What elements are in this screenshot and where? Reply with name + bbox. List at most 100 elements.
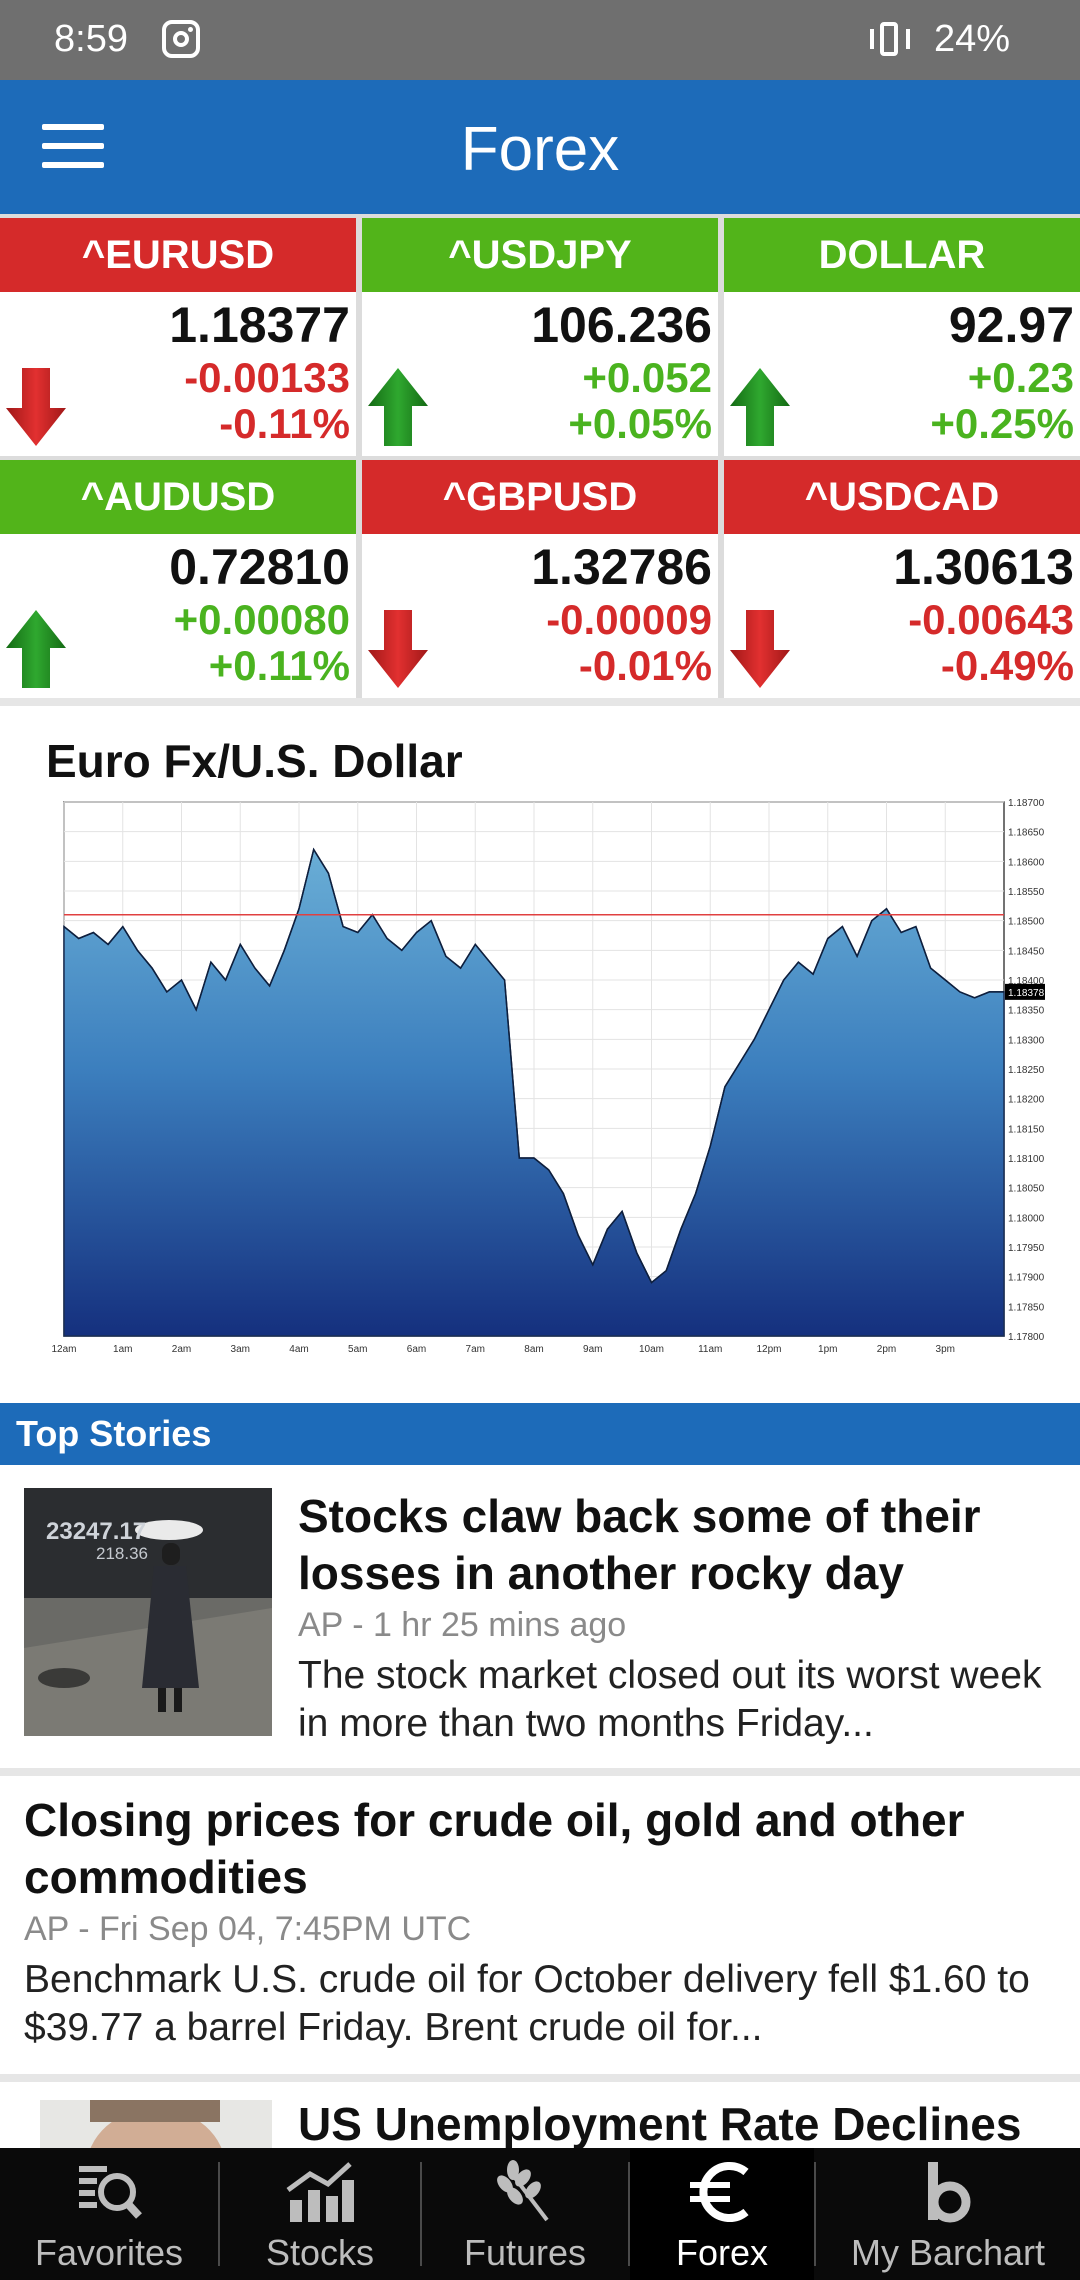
quote-symbol: ^USDCAD bbox=[724, 460, 1080, 534]
story-thumbnail bbox=[40, 2100, 272, 2148]
quote-tile-eurusd[interactable]: ^EURUSD 1.18377 -0.00133 -0.11% bbox=[0, 218, 356, 456]
chart-x-tick-label: 6am bbox=[407, 1344, 426, 1354]
battery-percent: 24% bbox=[934, 18, 1011, 60]
chart-y-tick-label: 1.18350 bbox=[1008, 1006, 1045, 1017]
down-arrow-icon bbox=[368, 610, 428, 688]
story-thumbnail: 23247.17 218.36 bbox=[24, 1488, 272, 1736]
quote-tile-gbpusd[interactable]: ^GBPUSD 1.32786 -0.00009 -0.01% bbox=[362, 460, 718, 698]
chart-x-tick-label: 7am bbox=[466, 1344, 485, 1354]
chart-y-tick-label: 1.18700 bbox=[1008, 798, 1045, 809]
status-bar: 8:59 24% bbox=[0, 0, 1080, 80]
wheat-icon bbox=[497, 2160, 549, 2222]
thumbnail-index-value: 23247.17 bbox=[46, 1518, 147, 1545]
story-headline[interactable]: Closing prices for crude oil, gold and o… bbox=[24, 1792, 1034, 1906]
down-arrow-icon bbox=[730, 610, 790, 688]
chart-y-tick-label: 1.18250 bbox=[1008, 1065, 1045, 1076]
story-summary: Benchmark U.S. crude oil for October del… bbox=[24, 1958, 1030, 2049]
quote-percent: +0.05% bbox=[568, 400, 712, 447]
story-item[interactable]: Closing prices for crude oil, gold and o… bbox=[0, 1776, 1080, 2076]
quote-change: -0.00009 bbox=[546, 596, 712, 643]
chart-x-tick-label: 2am bbox=[172, 1344, 191, 1354]
chart-y-tick-label: 1.17900 bbox=[1008, 1273, 1045, 1284]
chart-x-tick-label: 3pm bbox=[936, 1344, 955, 1354]
chart-last-value-label: 1.18378 bbox=[1008, 988, 1045, 999]
quote-tile-usdjpy[interactable]: ^USDJPY 106.236 +0.052 +0.05% bbox=[362, 218, 718, 456]
chart-y-tick-label: 1.17950 bbox=[1008, 1243, 1045, 1254]
up-arrow-icon bbox=[368, 368, 428, 446]
down-arrow-icon bbox=[6, 368, 66, 446]
chart-x-tick-label: 3am bbox=[231, 1344, 250, 1354]
story-headline[interactable]: US Unemployment Rate Declines bbox=[298, 2096, 1058, 2148]
quote-grid: ^EURUSD 1.18377 -0.00133 -0.11% ^USDJPY … bbox=[0, 214, 1080, 698]
nav-futures[interactable]: Futures bbox=[422, 2148, 628, 2280]
app-bar: Forex bbox=[0, 80, 1080, 214]
top-stories-header: Top Stories bbox=[0, 1403, 1080, 1465]
chart-y-tick-label: 1.18200 bbox=[1008, 1095, 1045, 1106]
nav-label: Forex bbox=[675, 2232, 769, 2273]
story-headline[interactable]: Stocks claw back some of their losses in… bbox=[298, 1488, 1058, 1602]
quote-price: 1.18377 bbox=[169, 297, 350, 353]
story-item[interactable]: 23247.17 218.36 Stocks claw back some of… bbox=[0, 1472, 1080, 1772]
chart-x-tick-label: 2pm bbox=[877, 1344, 896, 1354]
chart-y-tick-label: 1.17850 bbox=[1008, 1302, 1045, 1313]
quote-symbol: ^GBPUSD bbox=[362, 460, 718, 534]
quote-price: 1.32786 bbox=[531, 539, 712, 595]
chart-x-tick-label: 12am bbox=[51, 1344, 76, 1354]
chart-x-tick-label: 12pm bbox=[756, 1344, 781, 1354]
chart-x-tick-label: 1am bbox=[113, 1344, 132, 1354]
chart-y-tick-label: 1.18650 bbox=[1008, 828, 1045, 839]
chart-y-tick-label: 1.18000 bbox=[1008, 1213, 1045, 1224]
chart-y-tick-label: 1.18050 bbox=[1008, 1184, 1045, 1195]
chart-x-tick-label: 11am bbox=[698, 1344, 722, 1354]
quote-tile-audusd[interactable]: ^AUDUSD 0.72810 +0.00080 +0.11% bbox=[0, 460, 356, 698]
quote-percent: -0.11% bbox=[219, 400, 350, 447]
story-summary: The stock market closed out its worst we… bbox=[298, 1654, 1042, 1745]
chart-x-tick-label: 8am bbox=[524, 1344, 543, 1354]
barchart-logo-icon bbox=[928, 2162, 971, 2223]
quote-symbol: ^EURUSD bbox=[0, 218, 356, 292]
chart-section: Euro Fx/U.S. Dollar 1.18700 1.18650 1.1860… bbox=[0, 698, 1080, 1403]
quote-change: -0.00133 bbox=[184, 354, 350, 401]
chart-x-tick-label: 5am bbox=[348, 1344, 367, 1354]
story-item[interactable]: US Unemployment Rate Declines bbox=[0, 2082, 1080, 2148]
chart-y-tick-label: 1.18100 bbox=[1008, 1154, 1045, 1165]
nav-forex[interactable]: Forex bbox=[630, 2148, 814, 2280]
quote-symbol: ^AUDUSD bbox=[0, 460, 356, 534]
status-time: 8:59 bbox=[54, 18, 128, 60]
chart-x-tick-label: 10am bbox=[639, 1344, 664, 1354]
nav-my-barchart[interactable]: My Barchart bbox=[816, 2148, 1080, 2280]
quote-change: +0.00080 bbox=[173, 596, 350, 643]
vibrate-icon bbox=[868, 20, 912, 60]
nav-label: Stocks bbox=[265, 2232, 375, 2273]
quote-change: +0.23 bbox=[967, 354, 1074, 401]
quote-price: 1.30613 bbox=[893, 539, 1074, 595]
divider bbox=[0, 2074, 1080, 2082]
story-meta: AP - Fri Sep 04, 7:45PM UTC bbox=[24, 1910, 472, 1948]
quote-symbol: ^USDJPY bbox=[362, 218, 718, 292]
thumbnail-index-change: 218.36 bbox=[96, 1544, 148, 1563]
favorites-search-icon bbox=[79, 2166, 142, 2219]
nav-favorites[interactable]: Favorites bbox=[0, 2148, 218, 2280]
nav-stocks[interactable]: Stocks bbox=[220, 2148, 420, 2280]
quote-tile-usdcad[interactable]: ^USDCAD 1.30613 -0.00643 -0.49% bbox=[724, 460, 1080, 698]
quote-symbol: DOLLAR bbox=[724, 218, 1080, 292]
instagram-icon bbox=[162, 20, 200, 58]
chart-y-tick-label: 1.18300 bbox=[1008, 1035, 1045, 1046]
up-arrow-icon bbox=[6, 610, 66, 688]
chart-y-tick-label: 1.18600 bbox=[1008, 857, 1045, 868]
quote-percent: +0.25% bbox=[930, 400, 1074, 447]
chart-x-tick-label: 4am bbox=[289, 1344, 308, 1354]
page-title: Forex bbox=[460, 115, 620, 184]
price-chart[interactable]: 1.18700 1.18650 1.18600 1.18550 1.18500 1.184… bbox=[0, 794, 1080, 1354]
divider bbox=[0, 1768, 1080, 1776]
bottom-navigation: Favorites Stocks Futures Forex My Barcha… bbox=[0, 2148, 1080, 2280]
chart-y-tick-label: 1.18500 bbox=[1008, 917, 1045, 928]
chart-x-tick-label: 9am bbox=[583, 1344, 602, 1354]
quote-price: 92.97 bbox=[948, 297, 1074, 353]
up-arrow-icon bbox=[730, 368, 790, 446]
nav-label: My Barchart bbox=[850, 2232, 1046, 2273]
quote-tile-dollar[interactable]: DOLLAR 92.97 +0.23 +0.25% bbox=[724, 218, 1080, 456]
chart-y-tick-label: 1.17800 bbox=[1008, 1332, 1045, 1343]
quote-percent: +0.11% bbox=[208, 642, 350, 689]
quote-percent: -0.49% bbox=[940, 642, 1074, 689]
